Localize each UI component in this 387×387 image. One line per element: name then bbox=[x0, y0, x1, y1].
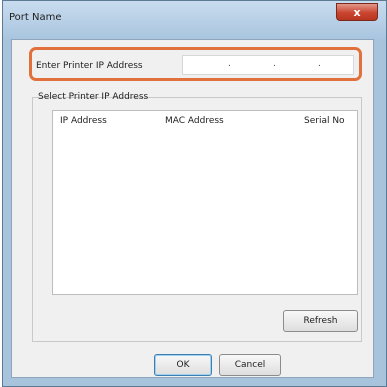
dialog-body: Enter Printer IP Address . . . Select Pr… bbox=[11, 39, 374, 378]
select-printer-label: Select Printer IP Address bbox=[38, 92, 149, 102]
title-bar: Port Name x bbox=[3, 1, 386, 39]
column-header-ip-address[interactable]: IP Address bbox=[60, 116, 107, 126]
window-title: Port Name bbox=[9, 12, 62, 23]
printer-list[interactable]: IP Address MAC Address Serial No bbox=[52, 110, 358, 295]
ok-button[interactable]: OK bbox=[154, 354, 212, 376]
close-icon: x bbox=[353, 5, 361, 19]
cancel-button[interactable]: Cancel bbox=[219, 354, 281, 376]
column-header-mac-address[interactable]: MAC Address bbox=[165, 116, 224, 126]
ip-separator-1: . bbox=[228, 59, 231, 69]
port-name-dialog: Port Name x Enter Printer IP Address . .… bbox=[2, 0, 387, 387]
refresh-button[interactable]: Refresh bbox=[283, 310, 358, 332]
ip-address-label: Enter Printer IP Address bbox=[36, 61, 143, 71]
ip-address-input[interactable]: . . . bbox=[182, 55, 354, 75]
ip-separator-2: . bbox=[273, 59, 276, 69]
close-button[interactable]: x bbox=[336, 3, 378, 21]
column-header-serial-no[interactable]: Serial No bbox=[304, 116, 345, 126]
ip-separator-3: . bbox=[318, 59, 321, 69]
